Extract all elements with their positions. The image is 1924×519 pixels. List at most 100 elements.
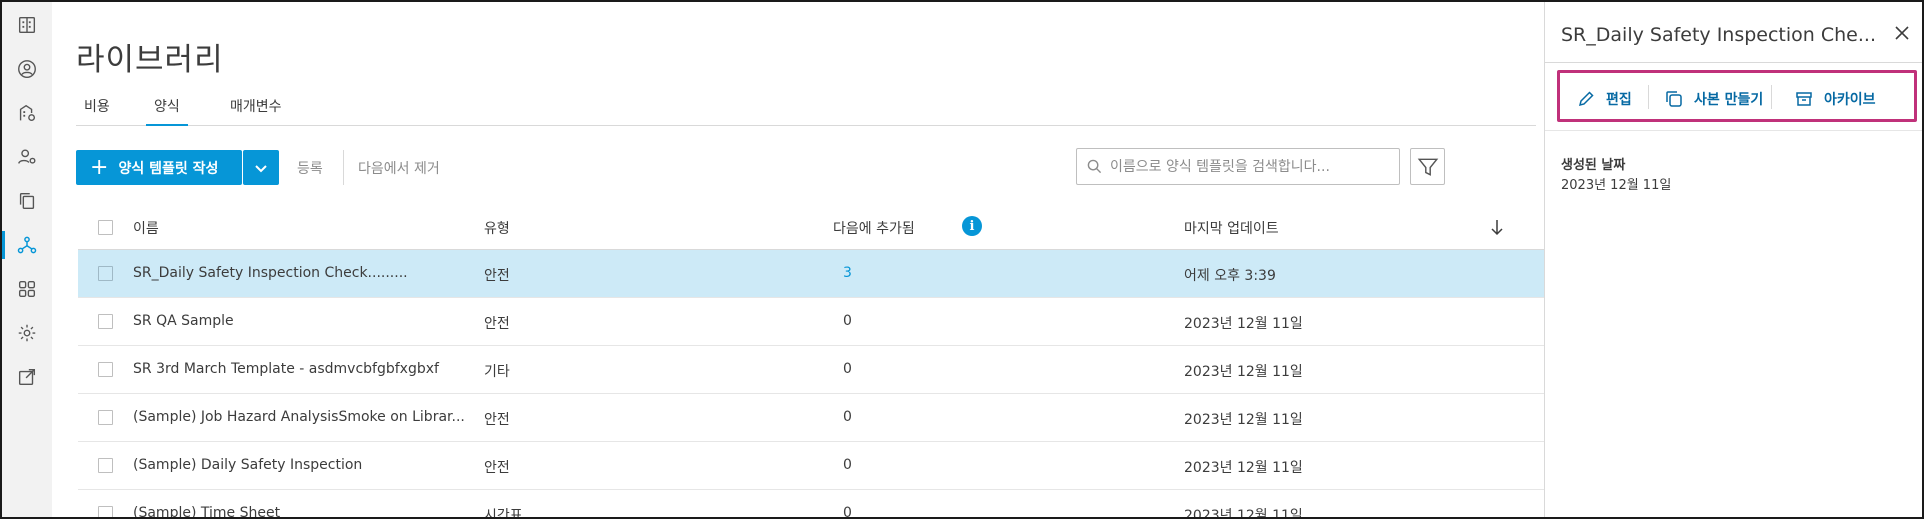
row-type: 시간표 <box>484 508 523 519</box>
building-icon <box>18 16 36 34</box>
plus-icon: + <box>90 154 109 180</box>
table-row[interactable]: (Sample) Time Sheet 시간표 0 2023년 12월 11일 <box>78 490 1568 519</box>
duplicate-label: 사본 만들기 <box>1694 92 1764 108</box>
row-name[interactable]: (Sample) Daily Safety Inspection <box>133 457 362 473</box>
duplicate-icon <box>1666 91 1682 107</box>
row-name[interactable]: SR QA Sample <box>133 313 234 329</box>
create-template-label: 양식 템플릿 작성 <box>118 160 219 177</box>
rail-item-building[interactable] <box>2 7 52 43</box>
templates-table: 이름 유형 다음에 추가됨 i 마지막 업데이트 SR_Daily Safety… <box>78 206 1568 519</box>
row-type: 안전 <box>484 460 510 476</box>
row-added-count[interactable]: 3 <box>843 265 852 281</box>
search-icon <box>1087 159 1102 174</box>
edit-label: 편집 <box>1606 92 1632 108</box>
duplicate-button[interactable]: 사본 만들기 <box>1664 89 1763 109</box>
chevron-down-icon <box>255 164 267 172</box>
action-divider <box>1771 85 1772 109</box>
row-name[interactable]: SR 3rd March Template - asdmvcbfgbfxgbxf <box>133 361 439 377</box>
column-header-added-to[interactable]: 다음에 추가됨 <box>833 218 915 238</box>
panel-divider <box>1545 62 1922 63</box>
rail-item-profile[interactable] <box>2 51 52 87</box>
table-row[interactable]: (Sample) Daily Safety Inspection 안전 0 20… <box>78 442 1568 490</box>
create-template-button[interactable]: + 양식 템플릿 작성 <box>76 150 242 185</box>
create-options-dropdown-button[interactable] <box>243 150 279 185</box>
row-last-update: 2023년 12월 11일 <box>1184 508 1303 519</box>
row-last-update: 어제 오후 3:39 <box>1184 268 1276 284</box>
table-row[interactable]: SR QA Sample 안전 0 2023년 12월 11일 <box>78 298 1568 346</box>
toolbar-divider <box>343 150 344 185</box>
row-last-update: 2023년 12월 11일 <box>1184 364 1303 380</box>
row-checkbox[interactable] <box>98 458 113 473</box>
network-icon <box>17 236 37 254</box>
remove-from-button[interactable]: 다음에서 제거 <box>358 158 440 178</box>
created-date-value: 2023년 12월 11일 <box>1561 178 1672 193</box>
main-content: 라이브러리 비용 양식 매개변수 + 양식 템플릿 작성 등록 다음에서 제거 … <box>52 2 1568 517</box>
filter-icon <box>1417 158 1438 176</box>
row-last-update: 2023년 12월 11일 <box>1184 316 1303 332</box>
tab-forms[interactable]: 양식 <box>146 96 188 126</box>
table-header: 이름 유형 다음에 추가됨 i 마지막 업데이트 <box>78 206 1568 250</box>
row-name[interactable]: SR_Daily Safety Inspection Check........… <box>133 265 408 281</box>
row-type: 안전 <box>484 316 510 332</box>
row-checkbox[interactable] <box>98 410 113 425</box>
rail-item-settings[interactable] <box>2 315 52 351</box>
column-header-type[interactable]: 유형 <box>484 218 510 238</box>
row-name[interactable]: (Sample) Time Sheet <box>133 505 280 517</box>
archive-label: 아카이브 <box>1824 92 1876 108</box>
row-checkbox[interactable] <box>98 266 113 281</box>
select-all-checkbox[interactable] <box>98 220 113 235</box>
details-panel: SR_Daily Safety Inspection Che... 편집 사본 … <box>1544 2 1922 517</box>
column-header-last-update[interactable]: 마지막 업데이트 <box>1184 218 1279 238</box>
actions-highlight: 편집 사본 만들기 아카이브 <box>1557 70 1917 122</box>
register-button[interactable]: 등록 <box>297 158 323 178</box>
row-last-update: 2023년 12월 11일 <box>1184 412 1303 428</box>
search-box[interactable] <box>1076 148 1400 185</box>
user-gear-icon <box>18 149 36 164</box>
left-nav-rail <box>2 2 52 517</box>
edit-button[interactable]: 편집 <box>1576 89 1632 109</box>
sort-arrow-down-icon[interactable] <box>1488 216 1506 238</box>
row-added-count: 0 <box>843 361 852 377</box>
user-circle-icon <box>18 60 36 78</box>
table-row[interactable]: (Sample) Job Hazard AnalysisSmoke on Lib… <box>78 394 1568 442</box>
info-icon[interactable]: i <box>962 216 982 236</box>
close-icon[interactable] <box>1891 22 1913 44</box>
rail-item-library[interactable] <box>2 227 52 263</box>
row-type: 안전 <box>484 268 510 284</box>
settings-icon <box>18 324 36 342</box>
table-row[interactable]: SR_Daily Safety Inspection Check........… <box>78 250 1568 298</box>
tab-bar: 비용 양식 매개변수 <box>76 96 1536 126</box>
search-input[interactable] <box>1110 158 1390 175</box>
rail-item-members[interactable] <box>2 139 52 175</box>
row-name[interactable]: (Sample) Job Hazard AnalysisSmoke on Lib… <box>133 409 465 425</box>
building-gear-icon <box>19 104 36 122</box>
row-added-count: 0 <box>843 409 852 425</box>
table-row[interactable]: SR 3rd March Template - asdmvcbfgbfxgbxf… <box>78 346 1568 394</box>
rail-item-documents[interactable] <box>2 183 52 219</box>
page-title: 라이브러리 <box>76 42 224 78</box>
archive-button[interactable]: 아카이브 <box>1794 89 1876 109</box>
filter-button[interactable] <box>1410 148 1445 185</box>
row-added-count: 0 <box>843 505 852 519</box>
tab-cost[interactable]: 비용 <box>76 96 118 126</box>
column-header-name[interactable]: 이름 <box>133 218 159 238</box>
created-date-label: 생성된 날짜 <box>1561 158 1626 173</box>
row-type: 안전 <box>484 412 510 428</box>
row-added-count: 0 <box>843 313 852 329</box>
pencil-icon <box>1578 91 1594 107</box>
rail-item-company[interactable] <box>2 95 52 131</box>
row-last-update: 2023년 12월 11일 <box>1184 460 1303 476</box>
tab-parameters[interactable]: 매개변수 <box>222 96 290 126</box>
external-link-icon <box>18 368 36 386</box>
archive-icon <box>1796 92 1812 106</box>
row-checkbox[interactable] <box>98 314 113 329</box>
rail-item-apps[interactable] <box>2 271 52 307</box>
row-checkbox[interactable] <box>98 506 113 517</box>
row-type: 기타 <box>484 364 510 380</box>
action-divider <box>1648 85 1649 109</box>
copy-icon <box>19 192 35 210</box>
rail-item-external[interactable] <box>2 359 52 395</box>
row-added-count: 0 <box>843 457 852 473</box>
row-checkbox[interactable] <box>98 362 113 377</box>
panel-divider <box>1545 130 1922 131</box>
